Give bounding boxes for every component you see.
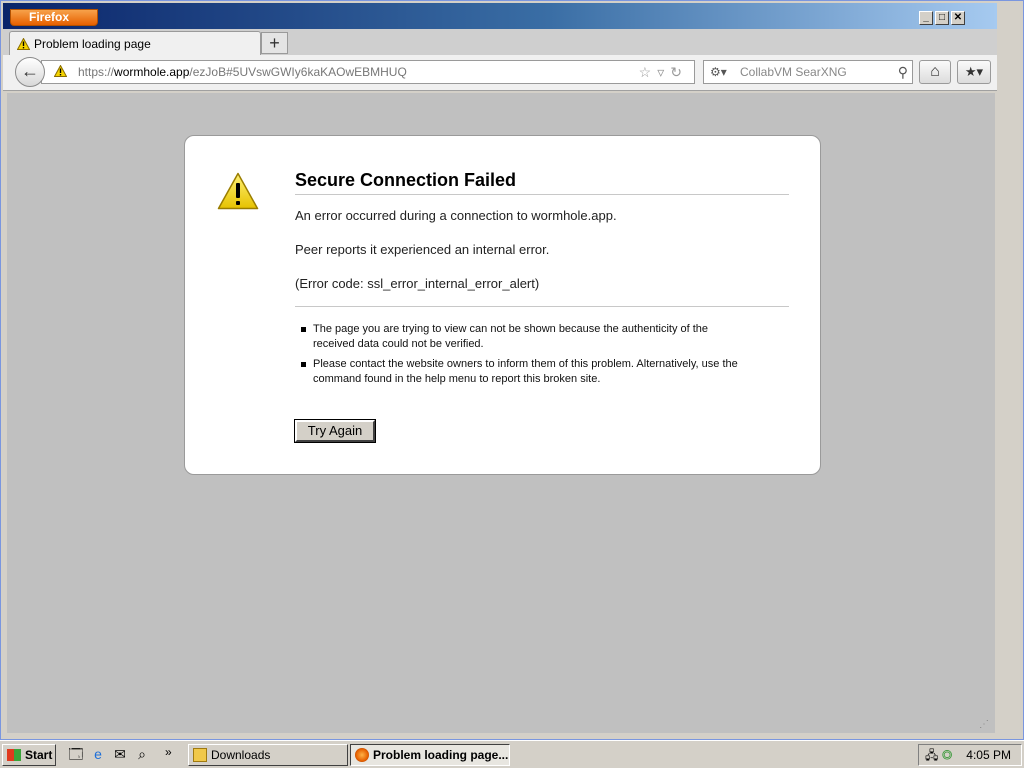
start-label: Start <box>25 748 53 762</box>
windows-logo-icon <box>7 749 21 761</box>
error-detail: Peer reports it experienced an internal … <box>295 242 550 257</box>
bookmarks-button[interactable]: ★▾ <box>957 60 991 84</box>
url-bar[interactable]: https://wormhole.app/ezJoB#5UVswGWIy6kaK… <box>41 60 695 84</box>
resize-grip-icon[interactable]: ⋰ <box>979 719 989 730</box>
home-button[interactable]: ⌂ <box>919 60 951 84</box>
firefox-icon <box>355 748 369 762</box>
firefox-menu-button[interactable]: Firefox <box>10 9 98 26</box>
close-button[interactable]: ✕ <box>951 11 965 25</box>
browser-window: Firefox _ □ ✕ Problem loading page + htt… <box>0 0 1024 740</box>
start-button[interactable]: Start <box>2 744 56 766</box>
new-tab-button[interactable]: + <box>261 32 288 54</box>
reload-icon[interactable]: ↻ <box>670 64 688 80</box>
tab-title: Problem loading page <box>34 37 151 51</box>
error-bullets: The page you are trying to view can not … <box>301 322 751 392</box>
taskbar-item-label: Problem loading page... <box>373 748 509 762</box>
minimize-button[interactable]: _ <box>919 11 933 25</box>
dropdown-arrow-icon[interactable]: ▿ <box>657 64 670 80</box>
tab-strip: Problem loading page + <box>3 29 997 56</box>
taskbar: Start 🗔 e ✉ ⌕ » Downloads Problem loadin… <box>0 740 1024 768</box>
divider <box>295 306 789 307</box>
magnifier-icon[interactable]: ⚲ <box>898 61 908 83</box>
tray-icons: 🖧 ◎ <box>925 745 952 765</box>
bookmark-star-icon[interactable]: ☆ <box>639 64 658 80</box>
folder-icon <box>193 748 207 762</box>
tab-problem-loading[interactable]: Problem loading page <box>9 31 261 56</box>
clock[interactable]: 4:05 PM <box>966 745 1011 765</box>
volume-icon[interactable]: ◎ <box>942 748 953 762</box>
error-title: Secure Connection Failed <box>295 170 789 195</box>
error-message: An error occurred during a connection to… <box>295 208 617 223</box>
warning-icon <box>17 38 30 50</box>
show-desktop-icon[interactable]: 🗔 <box>68 746 84 762</box>
quick-launch: 🗔 e ✉ ⌕ <box>68 746 150 762</box>
error-box: Secure Connection Failed An error occurr… <box>184 135 821 475</box>
list-item: The page you are trying to view can not … <box>301 322 751 352</box>
window-controls: _ □ ✕ <box>919 11 965 25</box>
large-warning-icon <box>217 172 259 210</box>
back-button[interactable]: ← <box>15 57 45 87</box>
search-icon[interactable]: ⌕ <box>134 746 150 762</box>
bookmarks-star-icon: ★▾ <box>964 64 984 79</box>
outlook-express-icon[interactable]: ✉ <box>112 746 128 762</box>
home-icon: ⌂ <box>930 63 940 80</box>
try-again-button[interactable]: Try Again <box>294 419 376 443</box>
navigation-toolbar: https://wormhole.app/ezJoB#5UVswGWIy6kaK… <box>3 55 997 91</box>
title-bar[interactable]: Firefox _ □ ✕ <box>3 3 997 29</box>
back-arrow-icon: ← <box>21 61 39 81</box>
internet-explorer-icon[interactable]: e <box>90 746 106 762</box>
search-engine-icon[interactable]: ⚙▾ <box>710 61 727 83</box>
taskbar-item-downloads[interactable]: Downloads <box>188 744 348 766</box>
url-text[interactable]: https://wormhole.app/ezJoB#5UVswGWIy6kaK… <box>78 61 407 83</box>
list-item: Please contact the website owners to inf… <box>301 357 751 387</box>
error-code: (Error code: ssl_error_internal_error_al… <box>295 276 540 291</box>
maximize-button[interactable]: □ <box>935 11 949 25</box>
search-input[interactable]: CollabVM SearXNG <box>740 61 847 83</box>
system-tray: 🖧 ◎ 4:05 PM <box>918 744 1022 766</box>
quick-launch-more-icon[interactable]: » <box>165 745 172 759</box>
taskbar-item-firefox[interactable]: Problem loading page... <box>350 744 510 766</box>
url-bar-icons: ☆▿↻ <box>639 61 688 83</box>
network-icon[interactable]: 🖧 <box>925 748 938 762</box>
warning-icon <box>54 65 67 77</box>
search-bar[interactable]: ⚙▾ CollabVM SearXNG ⚲ <box>703 60 913 84</box>
taskbar-item-label: Downloads <box>211 748 271 762</box>
